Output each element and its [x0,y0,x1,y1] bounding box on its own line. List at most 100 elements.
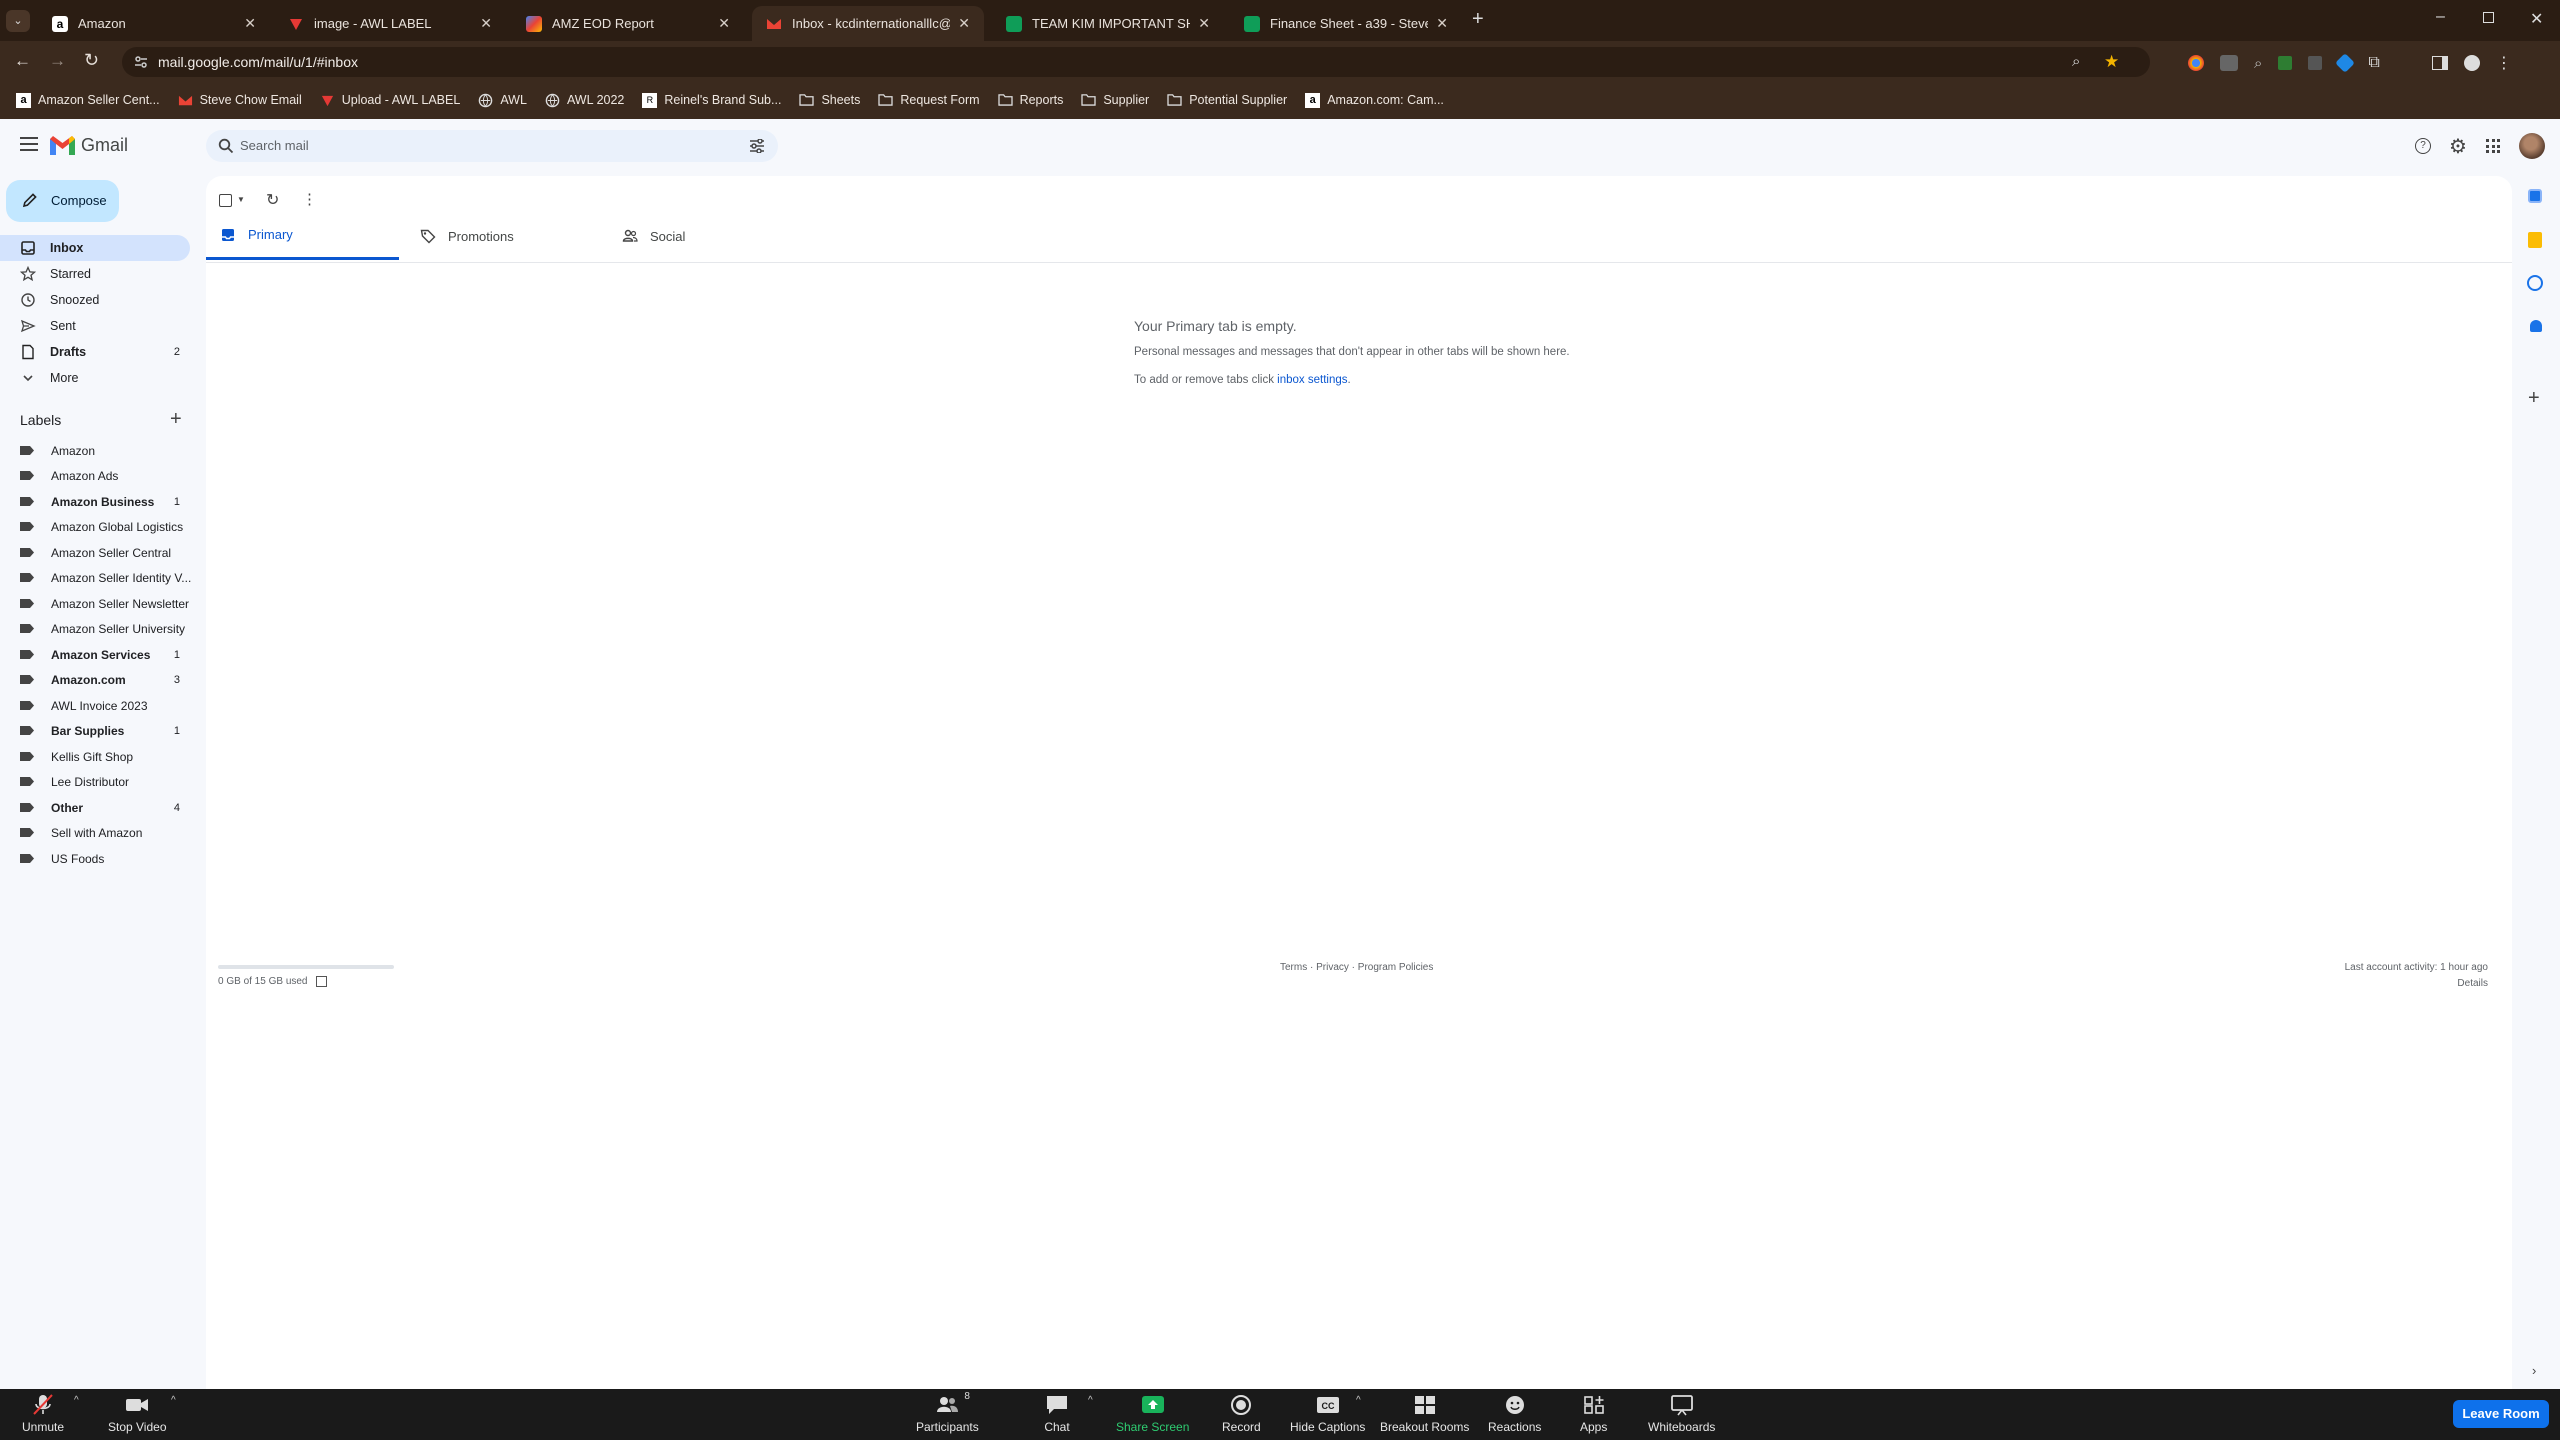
restore-window-button[interactable] [2483,12,2494,23]
label-item[interactable]: Amazon Business 1 [0,489,190,514]
new-tab-button[interactable]: + [1472,8,1484,31]
label-item[interactable]: Amazon Seller Identity V... [0,565,191,590]
bookmark-reinels-brand[interactable]: R Reinel's Brand Sub... [636,92,787,108]
label-item[interactable]: Other 4 [0,795,190,820]
tab-search-button[interactable]: ⌄ [6,10,30,32]
nav-more[interactable]: More [0,365,190,391]
browser-tab-gmail-inbox[interactable]: Inbox - kcdinternationalllc@gm ✕ [752,6,984,41]
label-item[interactable]: Amazon [0,438,190,463]
bookmark-folder-supplier[interactable]: Supplier [1075,93,1155,108]
close-tab-icon[interactable]: ✕ [244,15,256,32]
chrome-extension-icon[interactable] [2188,55,2204,71]
show-side-panel-icon[interactable]: › [2532,1363,2536,1378]
record-button[interactable]: Record [1222,1393,1261,1434]
label-item[interactable]: Bar Supplies 1 [0,718,190,743]
extension-off-icon[interactable] [2220,55,2238,71]
add-label-button[interactable]: + [170,408,182,431]
close-tab-icon[interactable]: ✕ [958,15,970,32]
bookmark-folder-request-form[interactable]: Request Form [872,93,985,108]
back-button[interactable]: ← [14,51,31,71]
select-all-checkbox[interactable] [219,194,232,207]
label-item[interactable]: Amazon Seller University [0,616,190,641]
label-item[interactable]: Amazon Global Logistics [0,514,190,539]
forward-button[interactable]: → [49,51,66,71]
video-options-icon[interactable]: ^ [171,1395,176,1406]
browser-tab-amz-eod-report[interactable]: AMZ EOD Report ✕ [512,6,744,41]
browser-tab-awl-label[interactable]: image - AWL LABEL ✕ [274,6,506,41]
label-item[interactable]: Kellis Gift Shop [0,744,190,769]
chrome-menu-icon[interactable]: ⋮ [2496,53,2512,73]
footer-links[interactable]: Terms · Privacy · Program Policies [1280,962,1433,973]
compose-button[interactable]: Compose [6,180,119,222]
site-info-icon[interactable] [134,55,148,69]
zoom-magnifier-icon[interactable]: ⌕ [2072,47,2080,77]
tab-promotions[interactable]: Promotions [420,212,610,260]
close-window-button[interactable]: ✕ [2530,9,2543,29]
blue-extension-icon[interactable] [2335,53,2356,73]
browser-tab-amazon[interactable]: a Amazon ✕ [38,6,270,41]
label-item[interactable]: Lee Distributor [0,769,190,794]
label-item[interactable]: Amazon Seller Central [0,540,190,565]
side-panel-icon[interactable] [2431,56,2448,70]
contacts-icon[interactable] [2530,320,2542,332]
account-avatar[interactable] [2519,133,2545,159]
tab-social[interactable]: Social [622,212,812,260]
tab-primary[interactable]: Primary [206,212,399,260]
help-icon[interactable]: ? [2415,138,2431,154]
bookmark-amazon-com[interactable]: a Amazon.com: Cam... [1299,92,1450,108]
gmail-logo[interactable]: Gmail [50,135,128,156]
address-bar[interactable]: mail.google.com/mail/u/1/#inbox ⌕ ★ [122,47,2150,77]
close-tab-icon[interactable]: ✕ [1198,15,1210,32]
label-item[interactable]: Amazon.com 3 [0,667,190,692]
search-input-placeholder[interactable]: Search mail [240,138,309,153]
close-tab-icon[interactable]: ✕ [480,15,492,32]
tasks-icon[interactable] [2527,275,2543,291]
browser-tab-team-kim-sheets[interactable]: TEAM KIM IMPORTANT SHEETS ✕ [992,6,1224,41]
label-item[interactable]: Amazon Ads [0,463,190,488]
chat-options-icon[interactable]: ^ [1088,1395,1093,1406]
activity-details-link[interactable]: Details [2457,978,2488,989]
bookmark-folder-reports[interactable]: Reports [992,93,1070,108]
bookmark-folder-sheets[interactable]: Sheets [793,93,866,108]
select-dropdown-icon[interactable]: ▼ [237,195,245,204]
bookmark-amazon-seller-central[interactable]: a Amazon Seller Cent... [10,92,166,108]
extensions-puzzle-icon[interactable]: ⧉ [2368,54,2379,72]
dark-extension-icon[interactable] [2308,56,2323,70]
bookmark-upload-awl-label[interactable]: Upload - AWL LABEL [314,93,467,108]
search-options-icon[interactable] [749,139,765,153]
settings-gear-icon[interactable]: ⚙ [2449,134,2467,159]
chat-button[interactable]: Chat [1044,1393,1070,1434]
nav-sent[interactable]: Sent [0,313,190,339]
inbox-settings-link[interactable]: inbox settings [1277,374,1347,386]
search-mail-bar[interactable]: Search mail [206,130,778,162]
share-screen-button[interactable]: Share Screen [1116,1393,1189,1434]
label-item[interactable]: US Foods [0,846,190,871]
breakout-rooms-button[interactable]: Breakout Rooms [1380,1393,1469,1434]
green-extension-icon[interactable] [2278,56,2293,70]
leave-room-button[interactable]: Leave Room [2453,1400,2549,1428]
stop-video-button[interactable]: Stop Video [108,1393,167,1434]
label-item[interactable]: Amazon Services 1 [0,642,190,667]
reload-button[interactable]: ↻ [84,50,99,71]
reactions-button[interactable]: Reactions [1488,1393,1541,1434]
external-link-icon[interactable] [315,976,327,987]
bookmark-awl-2022[interactable]: AWL 2022 [539,93,630,108]
bookmark-awl[interactable]: AWL [472,93,533,108]
nav-starred[interactable]: Starred [0,261,190,287]
bookmark-star-icon[interactable]: ★ [2104,47,2119,77]
label-item[interactable]: Sell with Amazon [0,820,190,845]
bookmark-folder-potential-supplier[interactable]: Potential Supplier [1161,93,1293,108]
main-menu-icon[interactable] [20,137,38,151]
hide-captions-button[interactable]: CC Hide Captions [1290,1393,1365,1434]
refresh-icon[interactable]: ↻ [266,190,279,210]
browser-tab-finance-sheet[interactable]: Finance Sheet - a39 - Steve Ch ✕ [1230,6,1462,41]
nav-drafts[interactable]: Drafts 2 [0,339,190,365]
unmute-button[interactable]: Unmute [22,1393,64,1434]
google-apps-icon[interactable] [2486,139,2500,153]
search-icon[interactable] [218,138,234,154]
search-extension-icon[interactable]: ⌕ [2254,55,2262,72]
apps-button[interactable]: Apps [1580,1393,1607,1434]
get-addons-icon[interactable]: + [2528,387,2540,410]
profile-icon[interactable] [2463,55,2480,71]
calendar-icon[interactable] [2528,189,2542,203]
